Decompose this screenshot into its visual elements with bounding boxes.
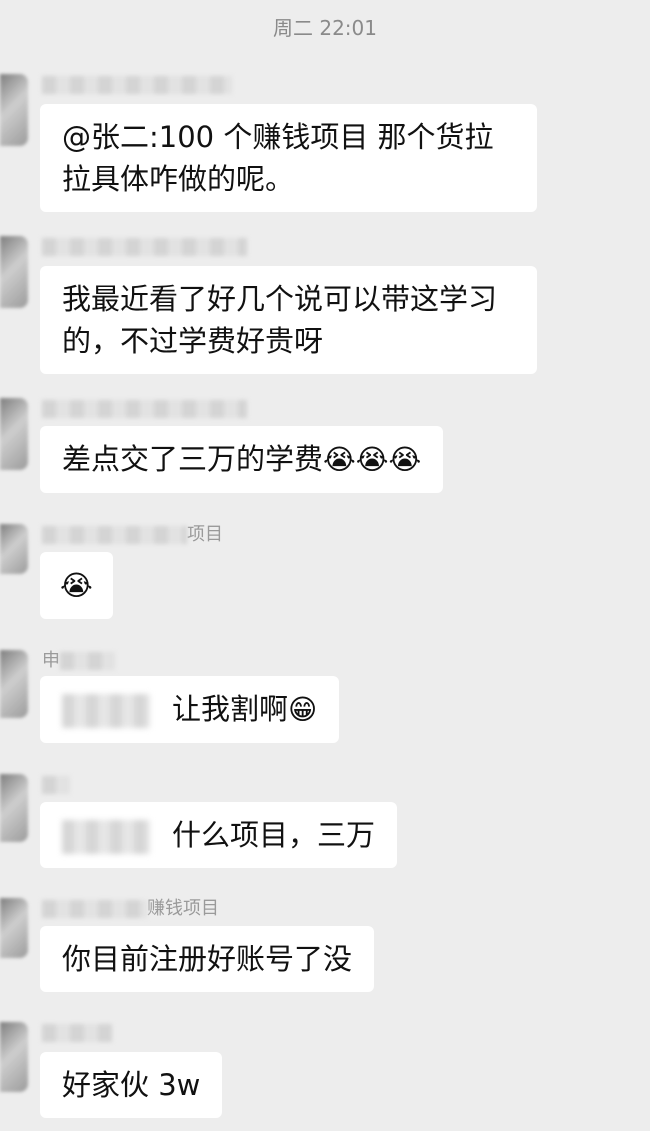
message-text: 你目前注册好账号了没 <box>62 942 353 976</box>
sender-name-visible: 项目 <box>187 524 223 545</box>
sender-name <box>42 396 247 422</box>
message-bubble[interactable]: 😭 <box>40 552 113 619</box>
message-text: 让我割啊 <box>172 692 289 726</box>
message-text: 什么项目，三万 <box>172 818 376 852</box>
message-bubble[interactable]: @张二:100 个赚钱项目 那个货拉 拉具体咋做的呢。 <box>40 104 537 212</box>
avatar[interactable] <box>0 650 28 718</box>
message-timestamp: 周二 22:01 <box>273 16 377 40</box>
sender-name <box>42 234 247 260</box>
sender-name-visible: 申 <box>42 650 60 671</box>
message-bubble[interactable]: 我最近看了好几个说可以带这学习 的，不过学费好贵呀 <box>40 266 537 374</box>
avatar[interactable] <box>0 74 28 146</box>
quoted-image-placeholder <box>62 820 150 854</box>
avatar[interactable] <box>0 898 28 958</box>
avatar[interactable] <box>0 236 28 308</box>
message-text-line: @张二:100 个赚钱项目 那个货拉 <box>62 120 494 154</box>
message-bubble[interactable]: 让我割啊😁 <box>40 676 340 743</box>
grinning-emoji-icon: 😁 <box>288 693 318 726</box>
quoted-image-placeholder <box>62 694 150 728</box>
message-text-line: 我最近看了好几个说可以带这学习 <box>62 282 498 316</box>
sender-name <box>42 1020 112 1046</box>
message-bubble[interactable]: 你目前注册好账号了没 <box>40 926 375 992</box>
message-text: 差点交了三万的学费 <box>62 442 324 476</box>
avatar[interactable] <box>0 774 28 842</box>
sender-name: 申 <box>42 648 115 674</box>
sender-name: 项目 <box>42 522 223 548</box>
avatar[interactable] <box>0 1022 28 1092</box>
message-bubble[interactable]: 差点交了三万的学费😭😭😭 <box>40 426 444 493</box>
sender-name-visible: 赚钱项目 <box>147 898 219 919</box>
message-bubble[interactable]: 什么项目，三万 <box>40 802 398 868</box>
message-bubble[interactable]: 好家伙 3w <box>40 1052 223 1118</box>
facepalm-laugh-emoji-icon: 😭😭😭 <box>323 443 422 476</box>
message-text-line: 的，不过学费好贵呀 <box>62 324 324 358</box>
avatar[interactable] <box>0 524 28 574</box>
avatar[interactable] <box>0 398 28 470</box>
sender-name <box>42 72 232 98</box>
facepalm-laugh-emoji-icon: 😭 <box>60 569 93 602</box>
message-text-line: 拉具体咋做的呢。 <box>62 162 295 196</box>
sender-name: 赚钱项目 <box>42 896 219 922</box>
message-text: 好家伙 3w <box>62 1068 201 1102</box>
sender-name <box>42 772 70 798</box>
